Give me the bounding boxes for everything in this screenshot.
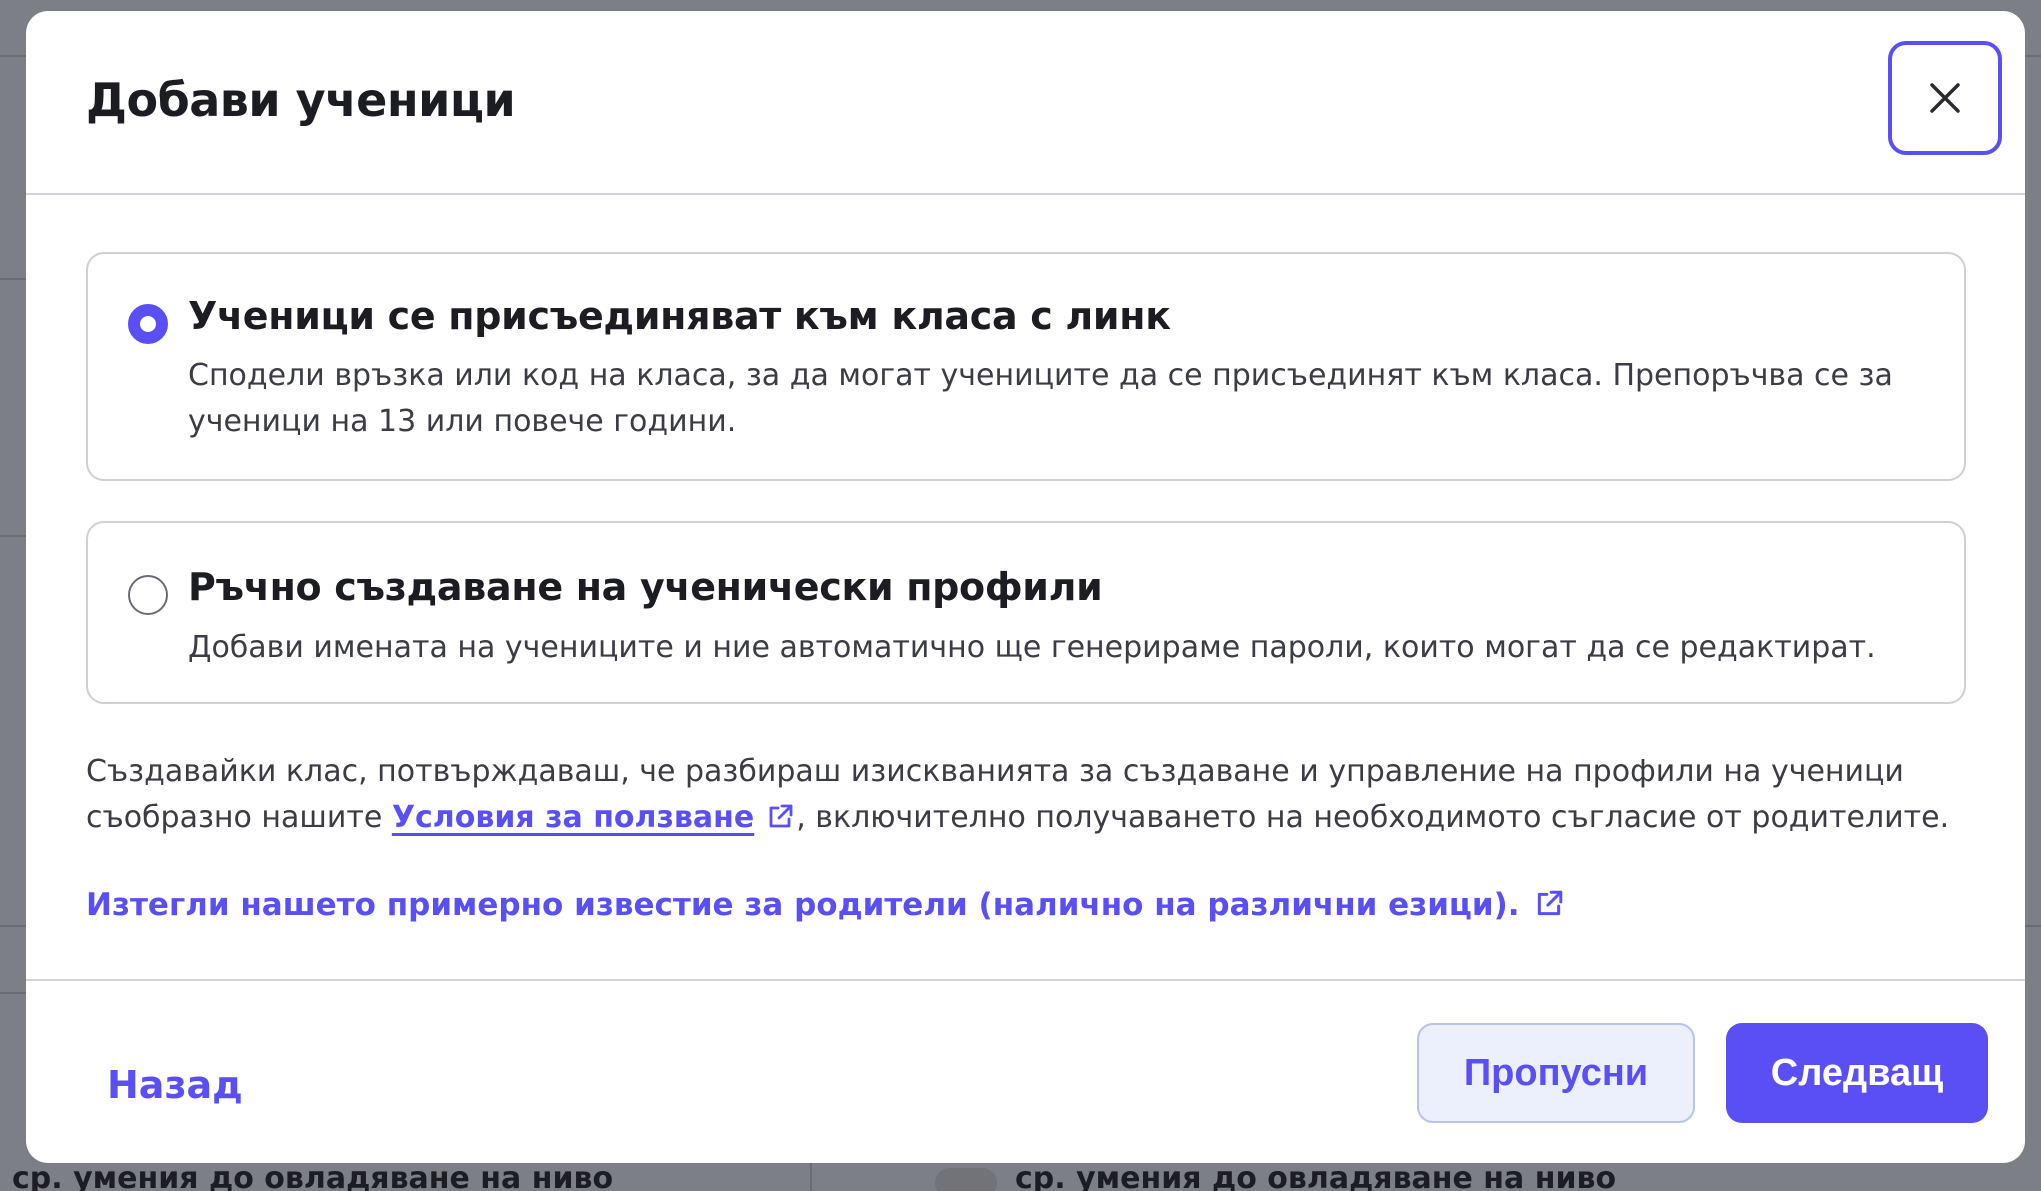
dialog-title: Добави ученици bbox=[86, 73, 516, 127]
option-title: Ученици се присъединяват към класа с лин… bbox=[188, 294, 1171, 338]
bg-divider bbox=[0, 925, 26, 927]
download-parent-notice-link[interactable]: Изтегли нашето примерно известие за роди… bbox=[86, 887, 1566, 923]
option-title: Ръчно създаване на ученически профили bbox=[188, 565, 1103, 609]
radio-manual-create[interactable] bbox=[128, 575, 168, 615]
footer-divider bbox=[26, 979, 2025, 981]
bg-stat-label: ср. умения до овладяване на ниво bbox=[1015, 1161, 1617, 1191]
bg-divider bbox=[2025, 925, 2041, 927]
radio-join-with-link[interactable] bbox=[128, 304, 168, 344]
dialog-header: Добави ученици bbox=[26, 11, 2025, 195]
skip-button[interactable]: Пропусни bbox=[1417, 1023, 1695, 1123]
bg-divider bbox=[810, 1163, 812, 1191]
next-button[interactable]: Следващ bbox=[1726, 1023, 1988, 1123]
bg-divider bbox=[0, 992, 26, 994]
option-manual-create[interactable]: Ръчно създаване на ученически профили До… bbox=[86, 521, 1966, 704]
close-button[interactable] bbox=[1888, 41, 2002, 155]
terms-link[interactable]: Условия за ползване bbox=[392, 800, 754, 835]
bg-stat-label: ср. умения до овладяване на ниво bbox=[12, 1161, 614, 1191]
bg-toggle bbox=[935, 1168, 997, 1191]
consent-text: Създавайки клас, потвърждаваш, че разбир… bbox=[86, 749, 1986, 841]
bg-divider bbox=[0, 278, 26, 280]
back-button[interactable]: Назад bbox=[107, 1063, 243, 1107]
option-join-with-link[interactable]: Ученици се присъединяват към класа с лин… bbox=[86, 252, 1966, 481]
external-link-icon[interactable] bbox=[766, 803, 794, 831]
add-students-dialog: Добави ученици Ученици се присъединяват … bbox=[26, 11, 2025, 1163]
option-description: Сподели връзка или код на класа, за да м… bbox=[188, 358, 1893, 439]
option-description: Добави имената на учениците и ние автома… bbox=[188, 630, 1876, 665]
download-link-label: Изтегли нашето примерно известие за роди… bbox=[86, 887, 1520, 923]
consent-text-after: , включително получаването на необходимо… bbox=[796, 800, 1950, 835]
bg-divider bbox=[0, 535, 26, 537]
external-link-icon bbox=[1537, 890, 1562, 916]
bg-divider bbox=[2025, 55, 2041, 57]
close-icon bbox=[1930, 83, 1960, 113]
